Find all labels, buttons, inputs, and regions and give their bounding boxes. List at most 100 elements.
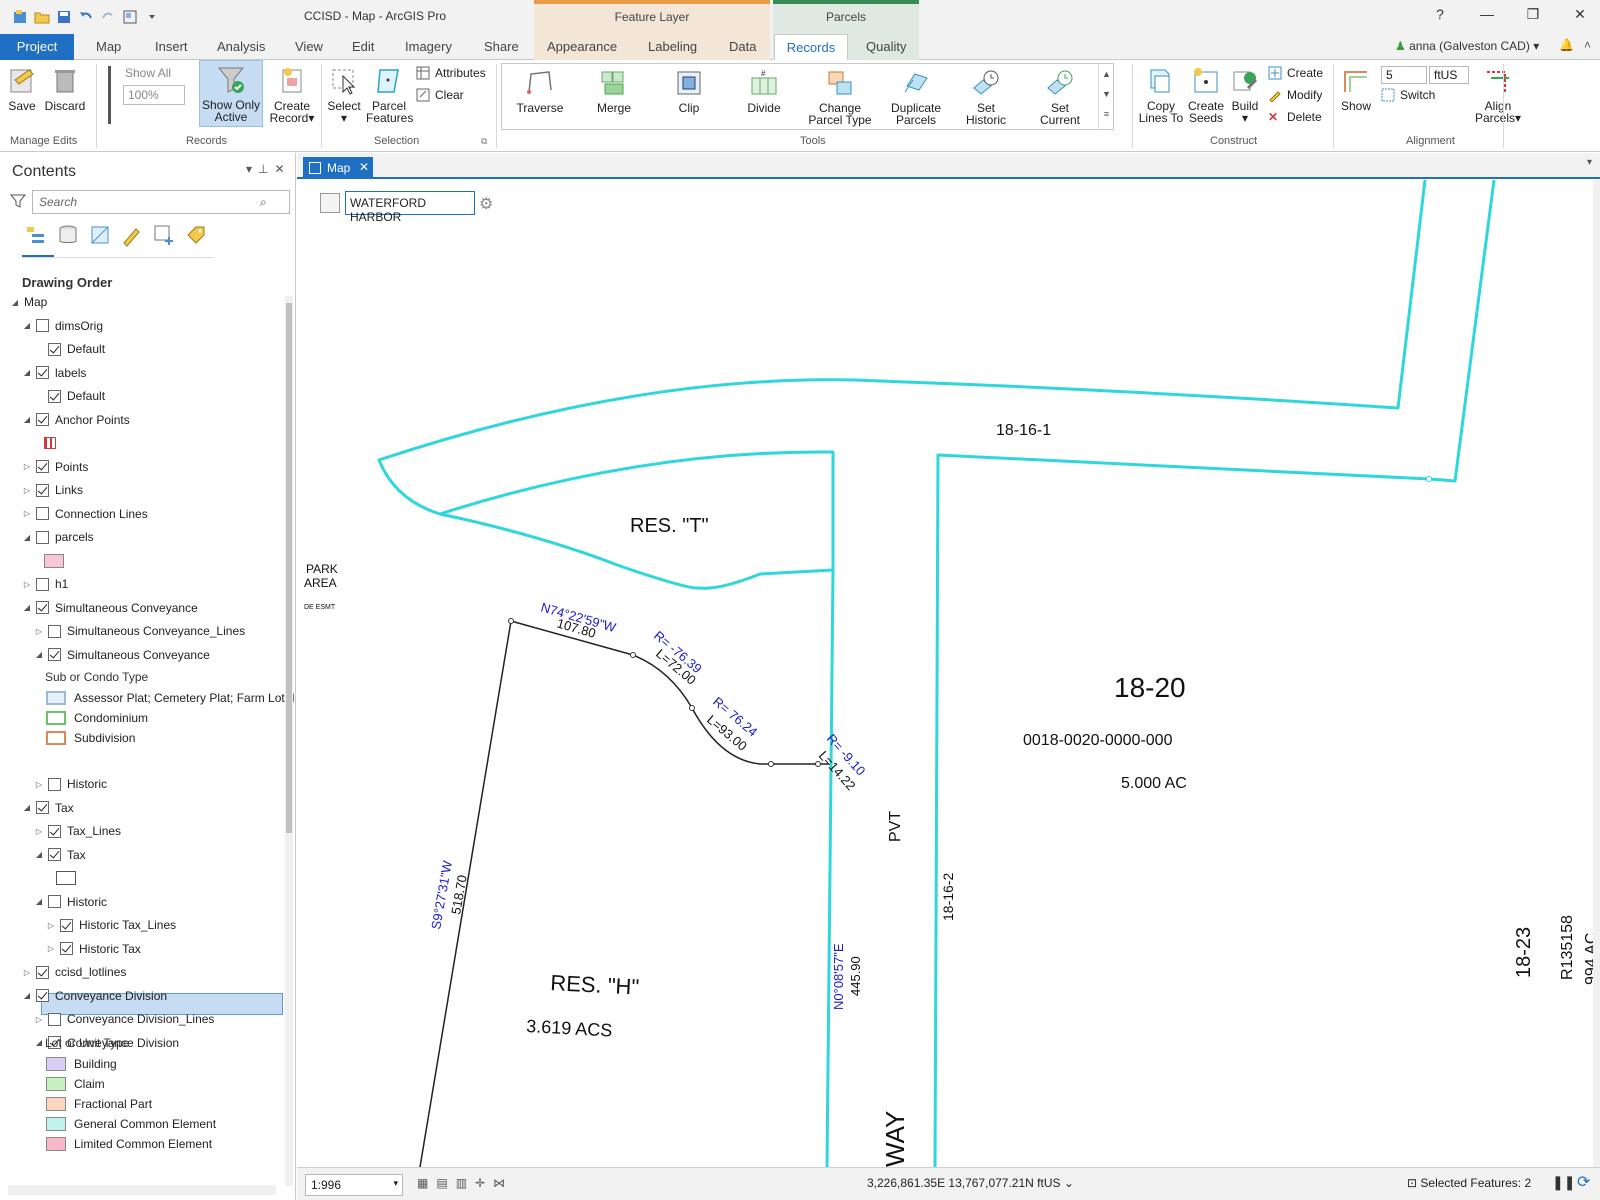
- legend-item[interactable]: Fractional Part: [46, 1094, 152, 1114]
- set-historic-button[interactable]: Set Historic: [954, 68, 1018, 126]
- map-grid-icon[interactable]: ▤: [436, 1176, 447, 1190]
- search-icon[interactable]: ⌕: [260, 195, 267, 210]
- vertex[interactable]: [630, 652, 636, 658]
- toc-layer-row[interactable]: ▷ Links: [22, 480, 83, 500]
- tab-share[interactable]: Share: [484, 39, 519, 54]
- traverse-button[interactable]: Traverse: [508, 68, 572, 114]
- tolerance-units-dropdown[interactable]: ftUS: [1429, 66, 1469, 84]
- collapse-ribbon-icon[interactable]: ˄: [1584, 38, 1591, 52]
- legend-item[interactable]: Building: [46, 1054, 117, 1074]
- change-parcel-type-button[interactable]: Change Parcel Type: [802, 68, 878, 126]
- user-account[interactable]: ♟ anna (Galveston CAD) ▾: [1395, 39, 1539, 53]
- visibility-checkbox[interactable]: [48, 848, 61, 861]
- toc-layer-row[interactable]: Default: [34, 339, 105, 359]
- toc-layer-row[interactable]: ▷ Historic: [34, 774, 107, 794]
- modify-button[interactable]: Modify: [1268, 88, 1322, 102]
- snapping-icon[interactable]: ⋈: [493, 1176, 505, 1190]
- gallery-scroll[interactable]: ▲ ▼ ≡: [1098, 64, 1114, 130]
- toc-layer-row[interactable]: ◢ dimsOrig: [22, 316, 103, 336]
- expand-triangle-icon[interactable]: ◢: [34, 1038, 44, 1047]
- toc-symbol-row[interactable]: [34, 868, 84, 888]
- save-edits-button[interactable]: Save: [6, 66, 38, 112]
- select-button[interactable]: Select ▾: [325, 66, 363, 124]
- lot-line-res-h[interactable]: [419, 620, 829, 1167]
- undo-icon[interactable]: [78, 9, 94, 25]
- refresh-icon[interactable]: ⟳: [1577, 1172, 1590, 1192]
- toc-layer-row[interactable]: ▷ ccisd_lotlines: [22, 962, 126, 982]
- visibility-checkbox[interactable]: [36, 965, 49, 979]
- legend-item[interactable]: Subdivision: [46, 728, 135, 748]
- dialog-launcher-icon[interactable]: ⧉: [481, 136, 487, 147]
- new-project-icon[interactable]: [12, 9, 28, 25]
- expand-triangle-icon[interactable]: ◢: [10, 298, 20, 307]
- set-current-button[interactable]: Set Current: [1028, 68, 1092, 126]
- selected-features-status[interactable]: ⊡ Selected Features: 2: [1407, 1176, 1531, 1190]
- collapsed-triangle-icon[interactable]: ▷: [22, 462, 32, 471]
- tab-labeling[interactable]: Labeling: [648, 39, 697, 54]
- visibility-checkbox[interactable]: [36, 319, 49, 332]
- expand-triangle-icon[interactable]: ◢: [22, 415, 32, 424]
- contents-scroll-thumb[interactable]: [286, 303, 292, 833]
- pause-drawing-icon[interactable]: ❚❚: [1552, 1174, 1575, 1191]
- collapsed-triangle-icon[interactable]: ▷: [22, 580, 32, 589]
- visibility-checkbox[interactable]: [36, 413, 49, 426]
- toc-layer-row[interactable]: ◢ Tax: [34, 845, 86, 865]
- opacity-slider[interactable]: [108, 66, 111, 124]
- gallery-expand-icon[interactable]: ≡: [1099, 104, 1114, 124]
- create-button[interactable]: Create: [1268, 66, 1323, 80]
- maximize-button[interactable]: ❐: [1521, 6, 1545, 23]
- toc-layer-row[interactable]: ▷ Tax_Lines: [34, 821, 121, 841]
- duplicate-parcels-button[interactable]: Duplicate Parcels: [878, 68, 954, 126]
- legend-item[interactable]: Condominium: [46, 708, 148, 728]
- coordinate-readout[interactable]: 3,226,861.35E 13,767,077.21N ftUS ⌄: [867, 1176, 1074, 1190]
- visibility-checkbox[interactable]: [48, 648, 61, 661]
- tab-insert[interactable]: Insert: [155, 39, 188, 54]
- toc-layer-row[interactable]: ▷ Historic Tax: [46, 939, 141, 959]
- save-project-icon[interactable]: [56, 9, 72, 25]
- build-button[interactable]: Build ▾: [1228, 66, 1262, 124]
- expand-triangle-icon[interactable]: ◢: [22, 533, 32, 542]
- vertex[interactable]: [689, 705, 695, 711]
- vertex[interactable]: [1426, 476, 1432, 482]
- view-list-icon[interactable]: ▾: [1587, 157, 1592, 168]
- discard-edits-button[interactable]: Discard: [42, 66, 88, 112]
- vertex[interactable]: [768, 761, 774, 767]
- visibility-checkbox[interactable]: [36, 483, 49, 497]
- close-window-button[interactable]: ✕: [1568, 6, 1592, 23]
- toc-layer-row[interactable]: ▷ Conveyance Division_Lines: [34, 1009, 215, 1029]
- visibility-checkbox[interactable]: [48, 824, 61, 838]
- collapsed-triangle-icon[interactable]: ▷: [34, 780, 44, 789]
- show-only-active-button[interactable]: Show Only Active: [199, 60, 263, 127]
- redo-icon[interactable]: [100, 9, 116, 25]
- filter-icon[interactable]: [10, 193, 26, 209]
- tab-quality[interactable]: Quality: [866, 39, 906, 54]
- layout-icon[interactable]: [122, 9, 138, 25]
- opacity-spinner[interactable]: 100%: [123, 85, 185, 105]
- visibility-checkbox[interactable]: [48, 1012, 61, 1026]
- create-record-button[interactable]: Create Record▾: [269, 66, 315, 124]
- map-canvas[interactable]: RES. "T" PARK AREA DE ESMT 18-16-1 18-20…: [303, 180, 1593, 1167]
- collapsed-triangle-icon[interactable]: ▷: [34, 1015, 44, 1024]
- parcel-line-row[interactable]: [825, 568, 835, 1167]
- snapping-view-icon[interactable]: [152, 223, 176, 247]
- expand-triangle-icon[interactable]: ◢: [22, 991, 32, 1000]
- visibility-checkbox[interactable]: [36, 460, 49, 473]
- toc-layer-row[interactable]: ◢ Simultaneous Conveyance: [34, 645, 210, 665]
- toc-layer-row[interactable]: ◢ Historic: [34, 892, 107, 912]
- pin-icon[interactable]: ⊥: [258, 162, 274, 176]
- close-icon[interactable]: ✕: [359, 160, 369, 174]
- close-pane-icon[interactable]: ✕: [274, 162, 290, 176]
- visibility-checkbox[interactable]: [36, 601, 49, 614]
- active-record-field[interactable]: WATERFORD HARBOR: [345, 191, 475, 224]
- contents-horizontal-scrollbar[interactable]: [8, 1185, 276, 1195]
- visibility-checkbox[interactable]: [48, 624, 61, 638]
- visibility-checkbox[interactable]: [48, 342, 61, 356]
- visibility-checkbox[interactable]: [36, 530, 49, 544]
- merge-button[interactable]: Merge: [582, 68, 646, 114]
- tab-edit[interactable]: Edit: [352, 39, 374, 54]
- toc-layer-row[interactable]: Default: [34, 386, 105, 406]
- scale-dropdown[interactable]: 1:996 ▾: [305, 1174, 403, 1196]
- crosshair-icon[interactable]: ✛: [475, 1176, 485, 1190]
- table-icon[interactable]: ▥: [456, 1176, 467, 1190]
- expand-triangle-icon[interactable]: ◢: [22, 368, 32, 377]
